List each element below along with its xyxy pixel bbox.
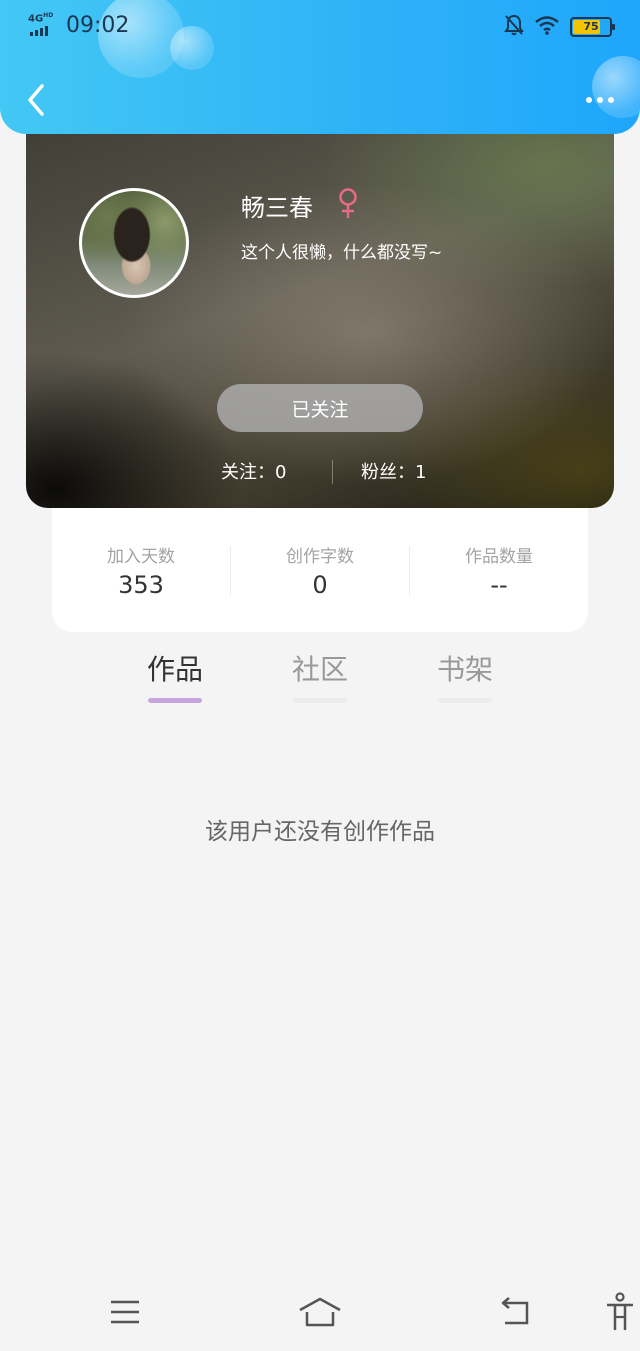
tab-bookshelf[interactable]: 书架	[420, 648, 510, 706]
profile-banner: 畅三春 这个人很懒，什么都没写~ 已关注 关注：0 粉丝：1	[26, 118, 614, 508]
tab-community[interactable]: 社区	[275, 648, 365, 706]
back-nav-button[interactable]	[491, 1292, 539, 1332]
stat-word-count: 创作字数 0	[231, 542, 409, 599]
username: 畅三春	[241, 194, 313, 222]
accessibility-button[interactable]	[598, 1292, 640, 1332]
avatar[interactable]	[79, 188, 189, 298]
back-button[interactable]	[20, 82, 52, 118]
system-nav-bar	[0, 1278, 640, 1351]
stat-label: 作品数量	[465, 547, 533, 567]
status-time: 09:02	[66, 13, 130, 38]
stat-join-days: 加入天数 353	[52, 542, 230, 599]
menu-button[interactable]	[101, 1292, 149, 1332]
back-icon	[501, 1297, 529, 1325]
home-button[interactable]	[296, 1292, 344, 1332]
followed-button[interactable]: 已关注	[217, 384, 423, 432]
chevron-left-icon	[28, 84, 44, 116]
accessibility-icon	[607, 1292, 633, 1330]
more-options-button[interactable]	[580, 86, 620, 114]
stats-card: 加入天数 353 创作字数 0 作品数量 --	[52, 490, 588, 632]
tab-label: 社区	[291, 653, 348, 686]
stat-works-count: 作品数量 --	[410, 542, 588, 599]
battery-level: 75	[583, 20, 599, 33]
stats-divider	[332, 460, 333, 484]
female-gender-icon	[339, 188, 357, 218]
home-icon	[299, 1297, 341, 1327]
more-dots-icon	[586, 97, 592, 103]
tab-label: 作品	[146, 653, 203, 686]
stat-label: 加入天数	[107, 547, 175, 567]
header-bar: 4GHD 09:02 75	[0, 0, 640, 134]
fans-count[interactable]: 粉丝：1	[361, 458, 426, 484]
status-bar: 4GHD 09:02 75	[0, 0, 640, 52]
follow-stats: 关注：0 粉丝：1	[26, 458, 614, 488]
tab-underline	[438, 698, 492, 703]
stat-value: --	[490, 571, 508, 599]
stat-label: 创作字数	[286, 547, 354, 567]
following-count[interactable]: 关注：0	[221, 458, 286, 484]
tab-label: 书架	[436, 653, 493, 686]
signal-icon: 4GHD	[28, 12, 62, 38]
content-tabs: 作品 社区 书架	[0, 648, 640, 708]
tab-underline	[148, 698, 202, 703]
mute-bell-icon	[504, 14, 524, 40]
tab-underline	[293, 698, 347, 703]
network-type: 4GHD	[28, 12, 54, 25]
tab-works[interactable]: 作品	[130, 648, 220, 706]
empty-state-message: 该用户还没有创作作品	[205, 819, 435, 845]
user-bio: 这个人很懒，什么都没写~	[241, 243, 443, 263]
menu-icon	[111, 1300, 139, 1324]
stat-value: 353	[118, 571, 164, 599]
stat-value: 0	[312, 571, 328, 599]
battery-icon: 75	[570, 17, 615, 37]
wifi-icon	[534, 15, 560, 39]
